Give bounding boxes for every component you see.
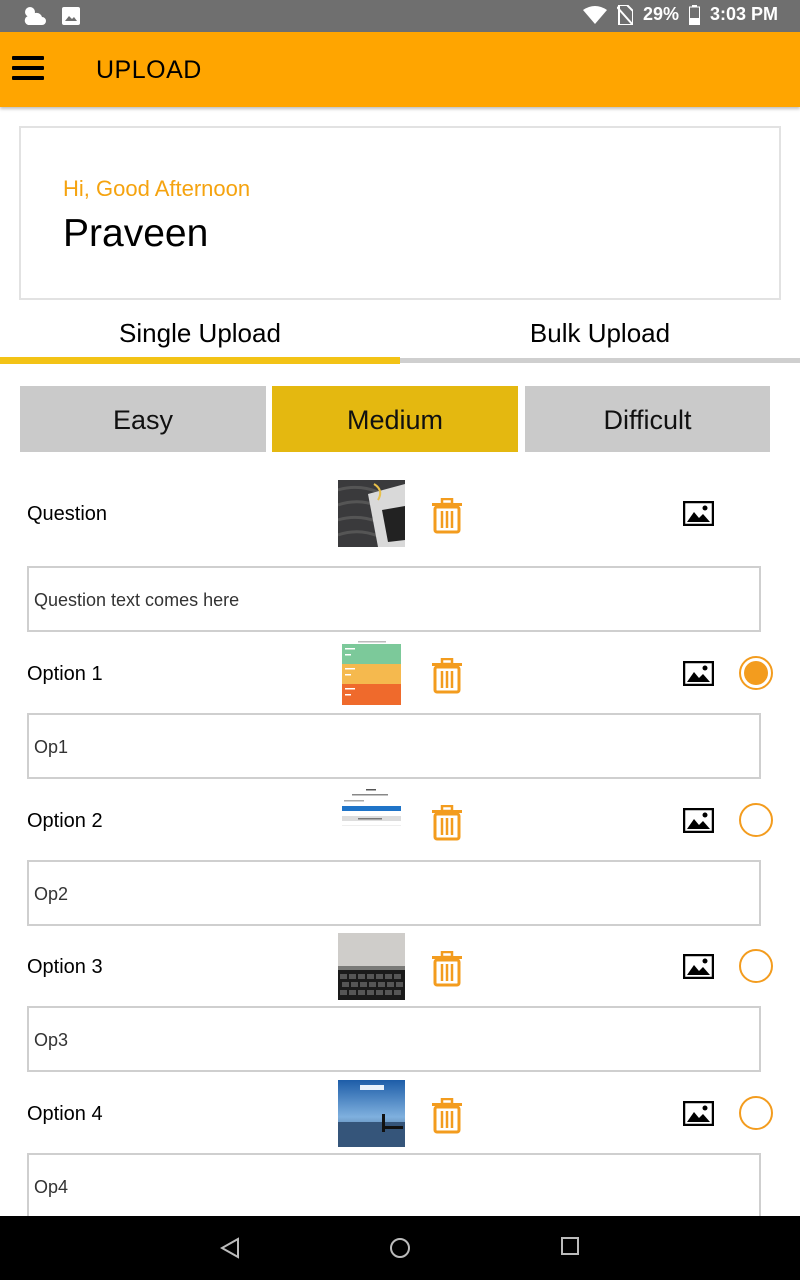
greeting-text: Hi, Good Afternoon — [63, 176, 251, 201]
option-4-label: Option 4 — [27, 1103, 103, 1125]
option-2-pick-image-gallery-icon[interactable] — [682, 807, 715, 834]
recents-icon[interactable] — [561, 1237, 579, 1255]
question-image-thumbnail[interactable] — [338, 480, 405, 547]
option-1-correct-radio[interactable] — [739, 656, 773, 690]
wifi-icon — [582, 5, 607, 24]
option-1-text-input[interactable]: Op1 — [27, 713, 761, 779]
tab-bulk-upload[interactable]: Bulk Upload — [400, 312, 800, 364]
difficulty-difficult-button[interactable]: Difficult — [525, 386, 770, 452]
option-4-correct-radio[interactable] — [739, 1096, 773, 1130]
option-4-text-input[interactable]: Op4 — [27, 1153, 761, 1219]
delete-question-image-trash-icon[interactable] — [431, 497, 463, 534]
option-3-text-input[interactable]: Op3 — [27, 1006, 761, 1072]
delete-option-3-image-trash-icon[interactable] — [431, 950, 463, 987]
difficulty-medium-button[interactable]: Medium — [272, 386, 518, 452]
question-label: Question — [27, 503, 108, 525]
delete-option-4-image-trash-icon[interactable] — [431, 1097, 463, 1134]
user-name: Praveen — [63, 212, 209, 255]
delete-option-1-image-trash-icon[interactable] — [431, 657, 463, 694]
option-2-image-thumbnail[interactable] — [338, 787, 405, 854]
battery-level-text: 29% — [642, 4, 679, 24]
battery-icon — [688, 4, 700, 25]
option-4-image-thumbnail[interactable] — [338, 1080, 405, 1147]
option-3-label: Option 3 — [27, 956, 103, 978]
hamburger-menu-icon[interactable] — [12, 56, 44, 82]
option-1-pick-image-gallery-icon[interactable] — [682, 660, 715, 687]
status-bar: 29% 3:03 PM — [0, 0, 800, 32]
option-3-image-thumbnail[interactable] — [338, 933, 405, 1000]
option-4-pick-image-gallery-icon[interactable] — [682, 1100, 715, 1127]
home-icon[interactable] — [389, 1237, 411, 1259]
back-icon[interactable] — [220, 1237, 240, 1259]
page-title: UPLOAD — [96, 56, 202, 84]
system-navigation-bar — [0, 1216, 800, 1280]
clock-text: 3:03 PM — [709, 4, 778, 24]
option-1-image-thumbnail[interactable] — [338, 640, 405, 707]
question-text-input[interactable]: Question text comes here — [27, 566, 761, 632]
option-2-text-input[interactable]: Op2 — [27, 860, 761, 926]
difficulty-easy-button[interactable]: Easy — [20, 386, 266, 452]
tab-active-indicator — [0, 357, 400, 364]
option-3-correct-radio[interactable] — [739, 949, 773, 983]
question-pick-image-gallery-icon[interactable] — [682, 500, 715, 527]
weather-icon — [22, 5, 48, 27]
option-3-pick-image-gallery-icon[interactable] — [682, 953, 715, 980]
delete-option-2-image-trash-icon[interactable] — [431, 804, 463, 841]
no-sim-icon — [616, 4, 633, 25]
tab-inactive-indicator — [400, 358, 800, 363]
option-2-correct-radio[interactable] — [739, 803, 773, 837]
greeting-card: Hi, Good Afternoon Praveen — [19, 126, 781, 300]
image-notification-icon — [62, 7, 80, 25]
option-1-label: Option 1 — [27, 663, 103, 685]
option-2-label: Option 2 — [27, 810, 103, 832]
app-bar: UPLOAD — [0, 32, 800, 107]
